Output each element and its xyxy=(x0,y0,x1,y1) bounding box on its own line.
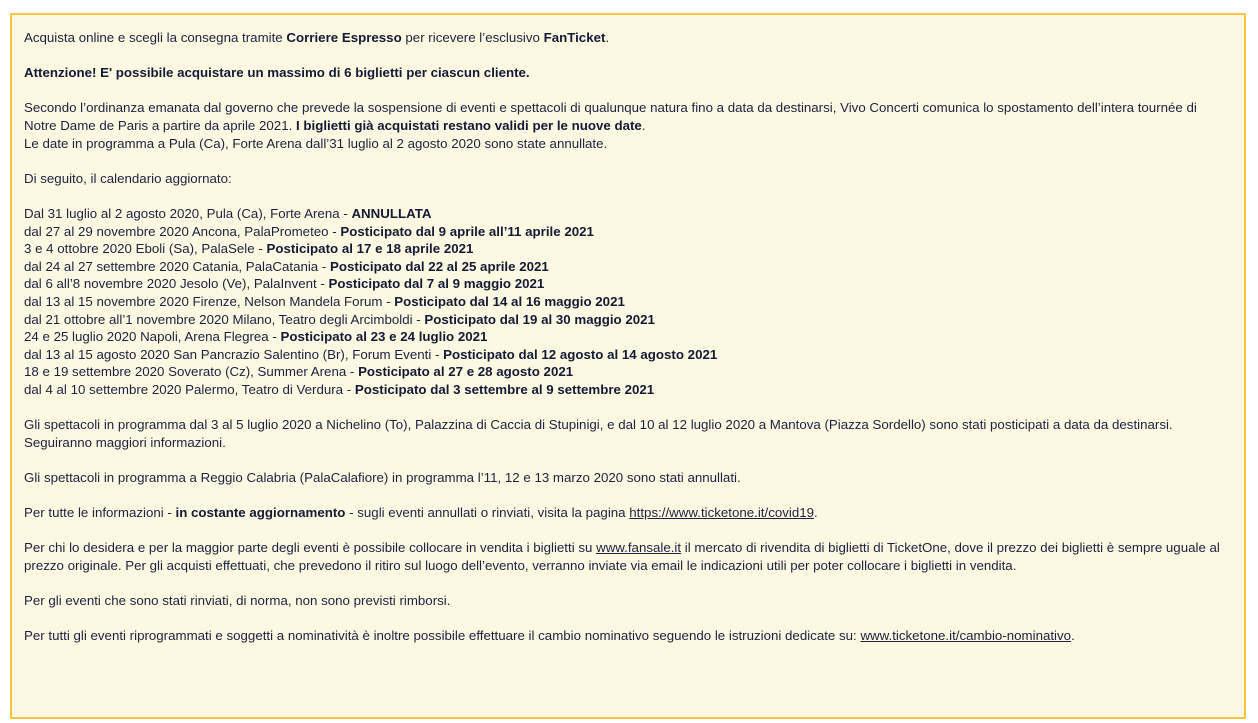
info-end: . xyxy=(814,505,818,521)
name-change-paragraph: Per tutti gli eventi riprogrammati e sog… xyxy=(24,627,1233,645)
date-status-text: Posticipato dal 14 al 16 maggio 2021 xyxy=(394,293,625,309)
date-status-text: Posticipato dal 9 aprile all’11 aprile 2… xyxy=(340,223,594,239)
calendar-date-item: dal 6 all’8 novembre 2020 Jesolo (Ve), P… xyxy=(24,275,1233,293)
covid-notice-box: Acquista online e scegli la consegna tra… xyxy=(10,13,1246,719)
cambio-nominativo-link[interactable]: www.ticketone.it/cambio-nominativo xyxy=(860,628,1071,643)
calendar-intro: Di seguito, il calendario aggiornato: xyxy=(24,170,232,186)
calendar-date-item: dal 13 al 15 agosto 2020 San Pancrazio S… xyxy=(24,346,1233,364)
covid19-link[interactable]: https://www.ticketone.it/covid19 xyxy=(629,505,814,520)
date-event-text: dal 24 al 27 settembre 2020 Catania, Pal… xyxy=(24,258,331,274)
name-change-end: . xyxy=(1071,628,1075,644)
intro-text-middle: per ricevere l’esclusivo xyxy=(401,30,544,45)
tickets-valid-note: I biglietti già acquistati restano valid… xyxy=(296,117,642,133)
info-text: Per tutte le informazioni - xyxy=(24,505,176,521)
date-status-text: Posticipato dal 22 al 25 aprile 2021 xyxy=(330,258,549,274)
date-event-text: dal 27 al 29 novembre 2020 Ancona, PalaP… xyxy=(24,223,341,239)
date-event-text: dal 21 ottobre all’1 novembre 2020 Milan… xyxy=(24,311,425,327)
intro-text-end: . xyxy=(605,30,610,45)
date-status-text: Posticipato dal 3 settembre al 9 settemb… xyxy=(354,381,655,397)
date-event-text: dal 13 al 15 agosto 2020 San Pancrazio S… xyxy=(24,346,444,362)
date-status-text: Posticipato al 23 e 24 luglio 2021 xyxy=(280,329,488,345)
calendar-date-item: dal 21 ottobre all’1 novembre 2020 Milan… xyxy=(24,311,1233,329)
intro-paragraph: Acquista online e scegli la consegna tra… xyxy=(24,29,1233,47)
date-status-text: Posticipato dal 19 al 30 maggio 2021 xyxy=(424,311,655,327)
info-paragraph: Per tutte le informazioni - in costante … xyxy=(24,504,1233,522)
date-status-text: Posticipato dal 7 al 9 maggio 2021 xyxy=(328,276,545,292)
date-event-text: 3 e 4 ottobre 2020 Eboli (Sa), PalaSele … xyxy=(24,241,267,257)
date-status-text: Posticipato al 27 e 28 agosto 2021 xyxy=(358,364,574,380)
calendar-date-item: dal 24 al 27 settembre 2020 Catania, Pal… xyxy=(24,258,1233,276)
calendar-date-item: 18 e 19 settembre 2020 Soverato (Cz), Su… xyxy=(24,363,1233,381)
date-event-text: 24 e 25 luglio 2020 Napoli, Arena Flegre… xyxy=(24,329,281,345)
date-event-text: 18 e 19 settembre 2020 Soverato (Cz), Su… xyxy=(24,364,359,380)
reggio-paragraph: Gli spettacoli in programma a Reggio Cal… xyxy=(24,469,741,485)
calendar-date-item: 3 e 4 ottobre 2020 Eboli (Sa), PalaSele … xyxy=(24,240,1233,258)
calendar-date-item: dal 27 al 29 novembre 2020 Ancona, PalaP… xyxy=(24,223,1233,241)
calendar-date-item: dal 13 al 15 novembre 2020 Firenze, Nels… xyxy=(24,293,1233,311)
pula-cancelled-note: Le date in programma a Pula (Ca), Forte … xyxy=(24,135,608,151)
fansale-link[interactable]: www.fansale.it xyxy=(596,540,681,555)
fanticket-label: FanTicket xyxy=(543,30,606,45)
courier-label: Corriere Espresso xyxy=(286,30,402,45)
ticket-limit-warning: Attenzione! E' possibile acquistare un m… xyxy=(24,64,1233,82)
calendar-date-item: dal 4 al 10 settembre 2020 Palermo, Teat… xyxy=(24,381,1233,399)
info-text-after: - sugli eventi annullati o rinviati, vis… xyxy=(345,505,630,521)
date-status-text: Posticipato dal 12 agosto al 14 agosto 2… xyxy=(443,346,718,362)
refund-paragraph: Per gli eventi che sono stati rinviati, … xyxy=(24,593,451,608)
ordinance-paragraph: Secondo l’ordinanza emanata dal governo … xyxy=(24,99,1233,152)
date-event-text: dal 4 al 10 settembre 2020 Palermo, Teat… xyxy=(24,381,355,397)
ordinance-period: . xyxy=(641,117,646,133)
name-change-text: Per tutti gli eventi riprogrammati e sog… xyxy=(24,628,861,644)
calendar-date-item: 24 e 25 luglio 2020 Napoli, Arena Flegre… xyxy=(24,328,1233,346)
date-event-text: dal 13 al 15 novembre 2020 Firenze, Nels… xyxy=(24,293,395,309)
date-event-text: Dal 31 luglio al 2 agosto 2020, Pula (Ca… xyxy=(24,205,352,221)
postponed-paragraph: Gli spettacoli in programma dal 3 al 5 l… xyxy=(24,417,1173,450)
date-event-text: dal 6 all’8 novembre 2020 Jesolo (Ve), P… xyxy=(24,276,329,292)
resale-text: Per chi lo desidera e per la maggior par… xyxy=(24,540,597,556)
resale-paragraph: Per chi lo desidera e per la maggior par… xyxy=(24,539,1233,574)
calendar-date-item: Dal 31 luglio al 2 agosto 2020, Pula (Ca… xyxy=(24,205,1233,223)
intro-text: Acquista online e scegli la consegna tra… xyxy=(24,30,287,45)
warning-text: Attenzione! E' possibile acquistare un m… xyxy=(24,65,530,81)
date-status-text: ANNULLATA xyxy=(351,205,432,221)
info-bold: in costante aggiornamento xyxy=(175,505,346,521)
updated-calendar-list: Dal 31 luglio al 2 agosto 2020, Pula (Ca… xyxy=(24,205,1233,399)
date-status-text: Posticipato al 17 e 18 aprile 2021 xyxy=(266,241,474,257)
